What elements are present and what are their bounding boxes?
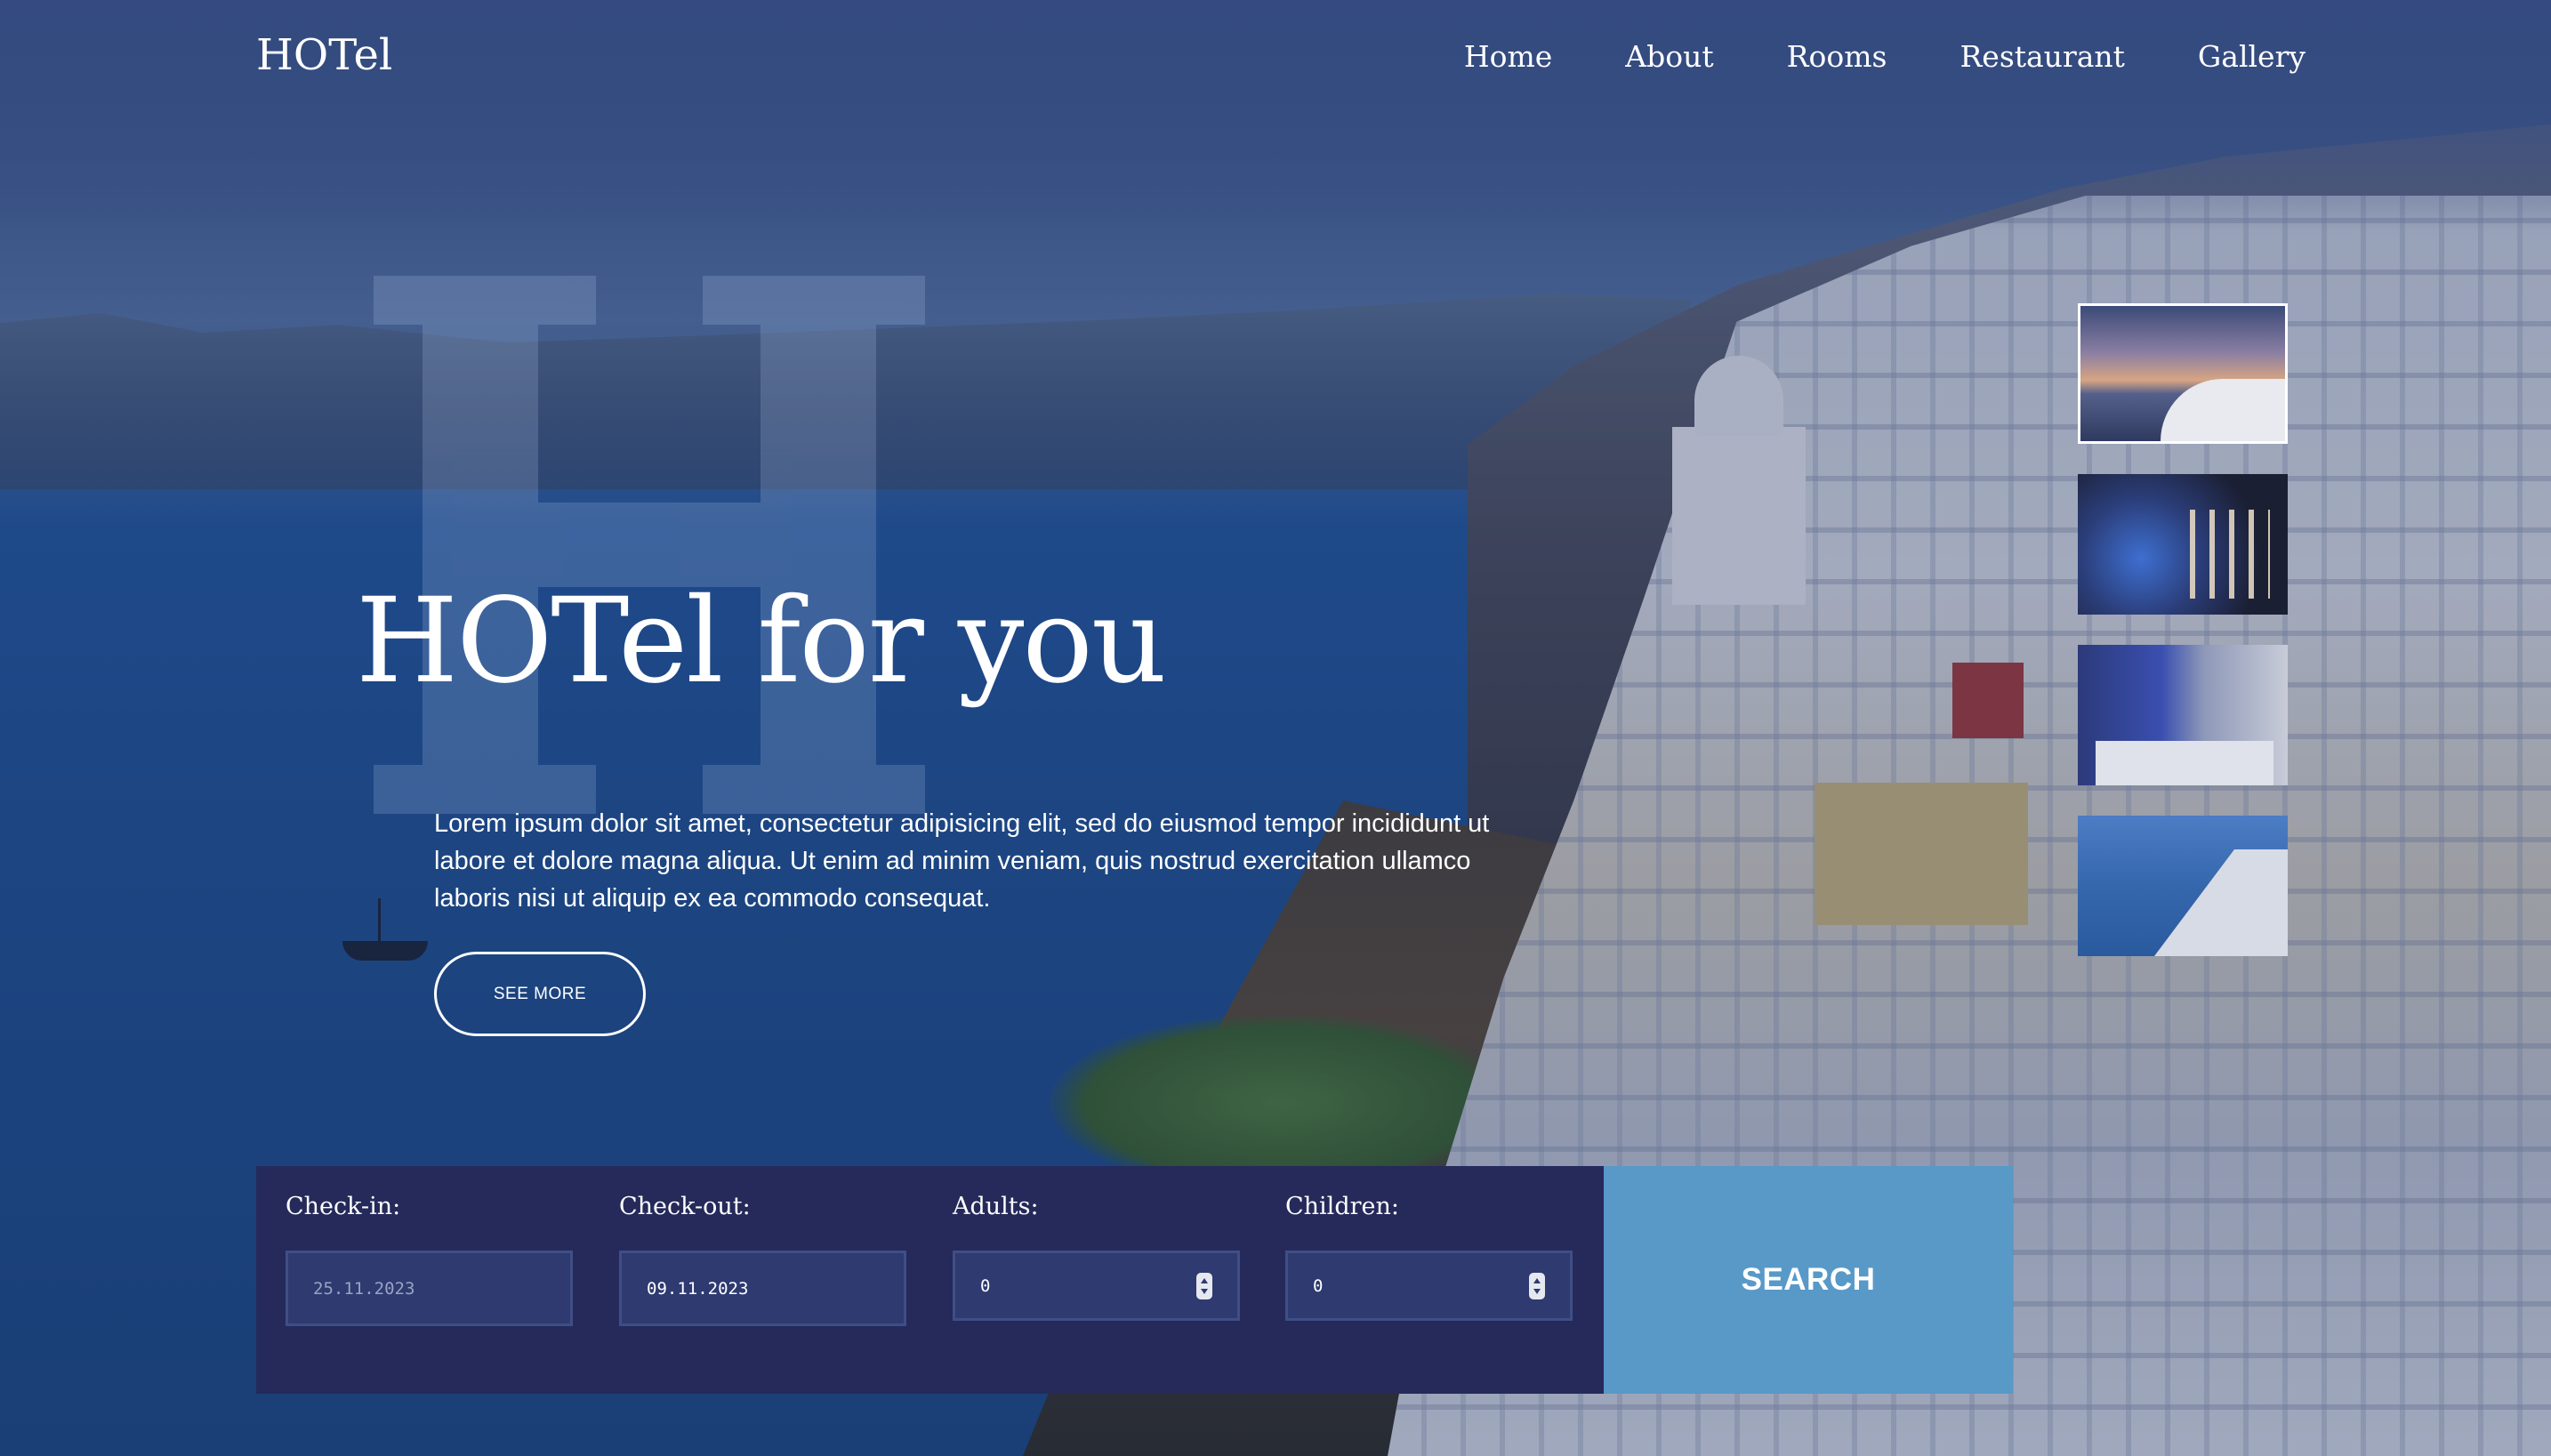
adults-value: 0: [980, 1275, 991, 1296]
hero-headline: HOTel for you: [356, 573, 1167, 710]
adults-field: Adults: 0: [953, 1193, 1242, 1321]
children-input[interactable]: 0: [1285, 1251, 1573, 1321]
hero-description: Lorem ipsum dolor sit amet, consectetur …: [434, 809, 1490, 913]
thumbnail-bedroom[interactable]: [2078, 645, 2288, 785]
adults-input[interactable]: 0: [953, 1251, 1240, 1321]
nav-restaurant[interactable]: Restaurant: [1960, 39, 2124, 74]
adults-label: Adults:: [953, 1193, 1039, 1220]
nav-rooms[interactable]: Rooms: [1787, 39, 1887, 74]
slide-thumbnails: [2078, 303, 2291, 986]
thumbnail-coast-view[interactable]: [2078, 816, 2288, 956]
thumbnail-sunset-terrace[interactable]: [2078, 303, 2288, 444]
see-more-button[interactable]: SEE MORE: [434, 952, 646, 1036]
search-button[interactable]: SEARCH: [1604, 1166, 2013, 1394]
thumbnail-restaurant[interactable]: [2078, 474, 2288, 615]
checkout-value: 09.11.2023: [647, 1278, 749, 1299]
children-label: Children:: [1285, 1193, 1399, 1220]
children-field: Children: 0: [1285, 1193, 1574, 1321]
checkin-value: 25.11.2023: [313, 1278, 415, 1299]
children-value: 0: [1313, 1275, 1324, 1296]
checkout-field: Check-out: 09.11.2023: [619, 1193, 908, 1326]
children-stepper-icon[interactable]: [1529, 1272, 1545, 1299]
checkin-input[interactable]: 25.11.2023: [286, 1251, 573, 1326]
site-logo[interactable]: HOTel: [256, 30, 392, 80]
nav-home[interactable]: Home: [1464, 39, 1552, 74]
nav-about[interactable]: About: [1625, 39, 1713, 74]
checkout-input[interactable]: 09.11.2023: [619, 1251, 906, 1326]
nav-gallery[interactable]: Gallery: [2198, 39, 2306, 74]
adults-stepper-icon[interactable]: [1196, 1272, 1212, 1299]
checkin-field: Check-in: 25.11.2023: [286, 1193, 575, 1326]
watermark-letter-h: [374, 276, 925, 814]
main-nav: Home About Rooms Restaurant Gallery: [1464, 39, 2306, 74]
checkout-label: Check-out:: [619, 1193, 751, 1220]
booking-form: Check-in: 25.11.2023 Check-out: 09.11.20…: [256, 1166, 1604, 1394]
checkin-label: Check-in:: [286, 1193, 401, 1220]
